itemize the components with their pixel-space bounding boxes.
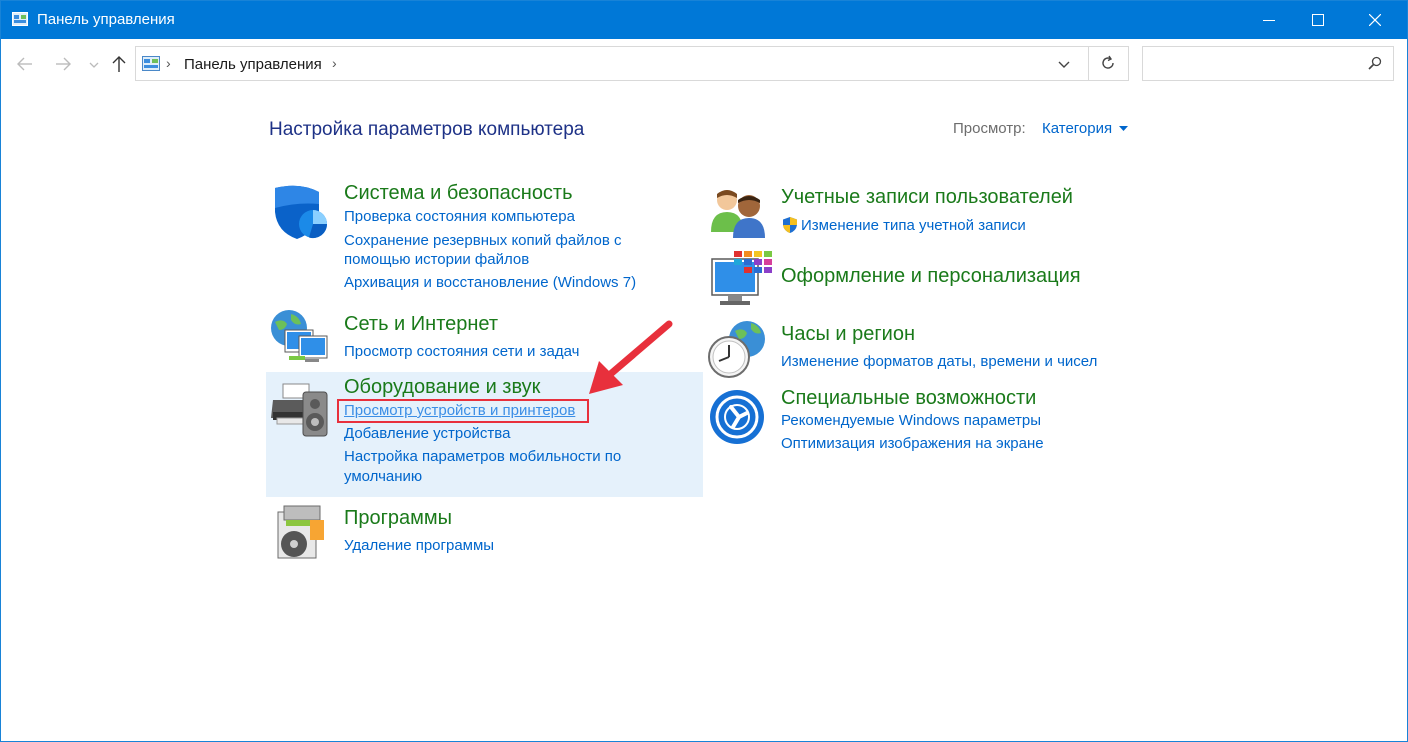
users-icon[interactable] xyxy=(709,186,771,238)
printer-speaker-icon[interactable] xyxy=(269,382,331,440)
category-appearance[interactable]: Оформление и персонализация xyxy=(781,265,1081,288)
category-user-accounts[interactable]: Учетные записи пользователей xyxy=(781,186,1073,209)
refresh-button[interactable] xyxy=(1088,46,1129,81)
breadcrumb-control-panel[interactable]: Панель управления xyxy=(184,56,322,73)
link-recommended-settings[interactable]: Рекомендуемые Windows параметры xyxy=(781,411,1041,431)
navigation-bar: › Панель управления › xyxy=(1,39,1407,89)
programs-disc-icon[interactable] xyxy=(274,504,330,562)
back-arrow-icon[interactable] xyxy=(15,54,35,74)
link-network-status[interactable]: Просмотр состояния сети и задач xyxy=(344,342,579,362)
maximize-button[interactable] xyxy=(1295,1,1341,39)
maximize-icon xyxy=(1312,14,1324,26)
title-bar: Панель управления xyxy=(1,1,1407,39)
monitor-palette-icon[interactable] xyxy=(710,251,772,309)
link-uninstall-program[interactable]: Удаление программы xyxy=(344,536,494,556)
accessibility-icon[interactable] xyxy=(709,389,765,445)
category-programs[interactable]: Программы xyxy=(344,507,452,530)
control-panel-icon xyxy=(142,56,160,71)
minimize-button[interactable] xyxy=(1246,1,1292,39)
control-panel-icon xyxy=(12,12,28,26)
forward-arrow-icon[interactable] xyxy=(53,54,73,74)
link-add-device[interactable]: Добавление устройства xyxy=(344,424,510,444)
link-file-history-backup[interactable]: Сохранение резервных копий файлов с xyxy=(344,231,622,251)
annotation-highlight-box xyxy=(337,399,589,423)
category-clock-region[interactable]: Часы и регион xyxy=(781,323,915,346)
close-icon xyxy=(1369,14,1381,26)
refresh-icon xyxy=(1102,55,1114,69)
annotation-arrow-icon xyxy=(589,320,673,394)
breadcrumb-separator-icon[interactable]: › xyxy=(332,55,337,71)
link-mobility-settings-cont[interactable]: умолчанию xyxy=(344,467,422,487)
shield-icon[interactable] xyxy=(271,184,329,242)
network-globe-icon[interactable] xyxy=(269,308,331,366)
view-by-label: Просмотр: xyxy=(953,120,1026,137)
uac-shield-icon xyxy=(783,217,797,233)
link-mobility-settings[interactable]: Настройка параметров мобильности по xyxy=(344,447,621,467)
search-icon xyxy=(1368,56,1382,70)
link-change-account-type[interactable]: Изменение типа учетной записи xyxy=(801,216,1026,236)
search-field[interactable] xyxy=(1142,46,1394,81)
address-dropdown-chevron-icon[interactable] xyxy=(1056,56,1072,72)
category-system-security[interactable]: Система и безопасность xyxy=(344,182,573,205)
category-ease-of-access[interactable]: Специальные возможности xyxy=(781,387,1036,410)
link-optimize-display[interactable]: Оптимизация изображения на экране xyxy=(781,434,1044,454)
link-date-time-formats[interactable]: Изменение форматов даты, времени и чисел xyxy=(781,352,1097,372)
category-hardware-sound[interactable]: Оборудование и звук xyxy=(344,376,540,399)
link-check-computer-status[interactable]: Проверка состояния компьютера xyxy=(344,207,575,227)
address-bar[interactable]: › Панель управления › xyxy=(135,46,1089,81)
up-arrow-icon[interactable] xyxy=(109,54,129,74)
close-button[interactable] xyxy=(1352,1,1398,39)
view-caret-icon[interactable] xyxy=(1119,126,1128,132)
clock-globe-icon[interactable] xyxy=(707,319,769,379)
link-backup-restore[interactable]: Архивация и восстановление (Windows 7) xyxy=(344,273,636,293)
breadcrumb-separator-icon: › xyxy=(166,55,171,71)
recent-locations-chevron-icon[interactable] xyxy=(87,54,101,74)
view-by-dropdown[interactable]: Категория xyxy=(1042,120,1112,137)
link-file-history-backup-cont[interactable]: помощью истории файлов xyxy=(344,250,529,270)
page-title: Настройка параметров компьютера xyxy=(269,119,585,140)
category-network-internet[interactable]: Сеть и Интернет xyxy=(344,313,498,336)
minimize-icon xyxy=(1263,20,1275,21)
control-panel-window: Панель управления › Панель управления › … xyxy=(0,0,1408,742)
window-title: Панель управления xyxy=(37,11,175,28)
